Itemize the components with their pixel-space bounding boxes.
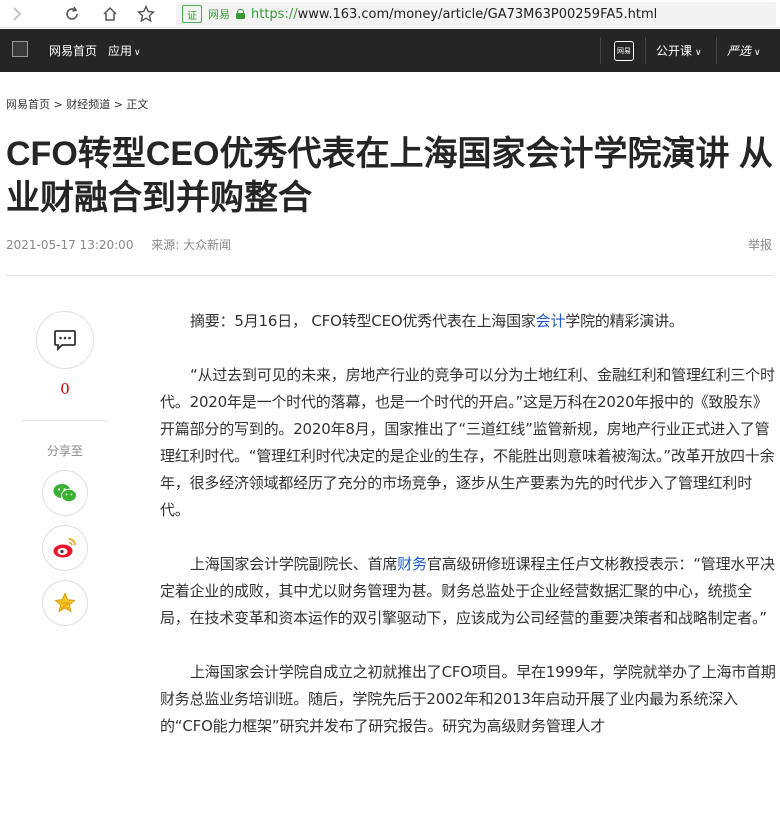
nav-apps-menu[interactable]: 应用 ∨ [108, 42, 141, 59]
nav-open-course-menu[interactable]: 公开课 ∨ [656, 42, 702, 59]
share-favorite-button[interactable] [42, 580, 88, 626]
chevron-down-icon: ∨ [134, 48, 141, 58]
divider [6, 275, 774, 276]
breadcrumb-current: 正文 [126, 98, 149, 111]
header-divider [716, 37, 717, 64]
share-weibo-button[interactable] [42, 525, 88, 571]
keyword-link-finance[interactable]: 财务 [397, 555, 427, 573]
forward-button[interactable] [0, 0, 34, 28]
article-paragraph: “从过去到可见的未来，房地产行业的竞争可以分为土地红利、金融红利和管理红利三个时… [160, 366, 775, 519]
comment-icon [54, 330, 76, 351]
url-text: https://www.163.com/money/article/GA73M6… [251, 6, 658, 22]
home-button[interactable] [94, 0, 126, 28]
breadcrumb-channel-link[interactable]: 财经频道 [66, 98, 110, 111]
star-icon [54, 592, 76, 613]
breadcrumb-separator: > [113, 98, 127, 111]
article-paragraph: 上海国家会计学院自成立之初就推出了CFO项目。早在1999年，学院就举办了上海市… [160, 663, 776, 735]
site-header: 网易首页 应用 ∨ 网易 公开课 ∨ 严选 ∨ [0, 29, 780, 72]
mobile-app-icon[interactable]: 网易 [614, 41, 634, 61]
breadcrumb-home-link[interactable]: 网易首页 [6, 98, 50, 111]
header-divider [600, 37, 601, 64]
weibo-icon [53, 538, 76, 558]
article-body: 摘要：5月16日， CFO转型CEO优秀代表在上海国家会计学院的精彩演讲。 “从… [160, 308, 776, 767]
star-outline-icon [137, 4, 155, 22]
comment-button[interactable] [36, 311, 94, 369]
keyword-link-accounting[interactable]: 会计 [536, 312, 566, 330]
secure-badge: 证 [182, 5, 202, 23]
article-paragraph: 摘要：5月16日， CFO转型CEO优秀代表在上海国家会计学院的精彩演讲。 [190, 312, 684, 330]
header-divider [645, 37, 646, 64]
publish-date: 2021-05-17 13:20:00 [6, 238, 134, 252]
reload-icon [66, 6, 78, 20]
home-icon [103, 6, 117, 21]
share-label: 分享至 [46, 444, 83, 458]
chevron-down-icon: ∨ [695, 48, 702, 58]
site-logo-icon[interactable] [12, 41, 28, 57]
breadcrumb: 网易首页 > 财经频道 > 正文 [6, 96, 148, 112]
divider [22, 420, 108, 421]
wechat-icon [53, 484, 77, 503]
nav-yanxuan-menu[interactable]: 严选 ∨ [727, 42, 761, 59]
bookmark-button[interactable] [130, 0, 162, 28]
share-wechat-button[interactable] [42, 470, 88, 516]
breadcrumb-separator: > [53, 98, 67, 111]
chevron-down-icon: ∨ [754, 48, 761, 58]
comment-count[interactable]: 0 [36, 380, 94, 398]
chevron-right-icon [13, 6, 22, 21]
address-bar[interactable]: 证 网易 https://www.163.com/money/article/G… [176, 2, 776, 26]
site-identity: 网易 [208, 8, 230, 21]
lock-icon [236, 9, 245, 19]
nav-home-link[interactable]: 网易首页 [49, 42, 97, 59]
article-paragraph: 上海国家会计学院副院长、首席财务官高级研修班课程主任卢文彬教授表示：“管理水平决… [160, 555, 775, 627]
article-source: 来源: 大众新闻 [151, 238, 232, 252]
browser-toolbar: 证 网易 https://www.163.com/money/article/G… [0, 0, 780, 28]
article-meta: 2021-05-17 13:20:00 来源: 大众新闻 [6, 236, 231, 253]
report-link[interactable]: 举报 [748, 236, 772, 253]
reload-button[interactable] [56, 0, 88, 28]
article-title: CFO转型CEO优秀代表在上海国家会计学院演讲 从业财融合到并购整合 [6, 135, 773, 217]
